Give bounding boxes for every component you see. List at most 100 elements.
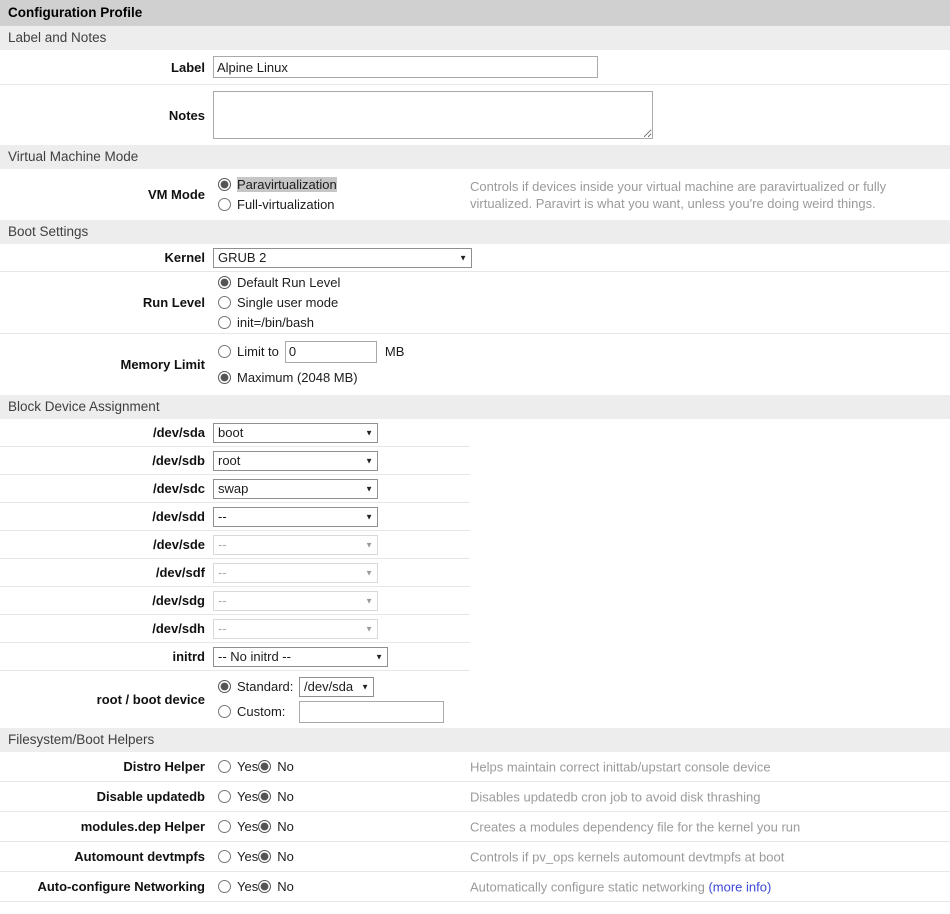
notes-textarea[interactable] [213, 91, 653, 139]
modules-dep-yes-label[interactable]: Yes [237, 819, 258, 834]
auto-networking-help-text: Automatically configure static networkin… [470, 878, 925, 895]
device-sdf-label: /dev/sdf [0, 565, 205, 580]
single-user-mode-radio[interactable] [218, 296, 231, 309]
device-sdd-select[interactable]: -- [213, 507, 378, 527]
run-level-row: Run Level Default Run Level Single user … [0, 272, 950, 334]
notes-row: Notes [0, 85, 950, 145]
memory-limit-label: Memory Limit [0, 357, 205, 372]
disable-updatedb-yes-label[interactable]: Yes [237, 789, 258, 804]
auto-configure-networking-row: Auto-configure Networking Yes No Automat… [0, 872, 950, 902]
device-sdg-select[interactable]: -- [213, 591, 378, 611]
default-run-level-radio-label[interactable]: Default Run Level [237, 275, 340, 290]
device-sde-select[interactable]: -- [213, 535, 378, 555]
kernel-select[interactable]: GRUB 2 [213, 248, 472, 268]
init-bin-bash-radio[interactable] [218, 316, 231, 329]
maximum-memory-radio-label[interactable]: Maximum (2048 MB) [237, 370, 358, 385]
device-sdb-select[interactable]: root [213, 451, 378, 471]
memory-limit-row: Memory Limit Limit to MB Maximum (2048 M… [0, 334, 950, 395]
automount-devtmpfs-no-label[interactable]: No [277, 849, 294, 864]
default-run-level-radio[interactable] [218, 276, 231, 289]
section-header-boot-settings: Boot Settings [0, 220, 950, 244]
device-sdh-select[interactable]: -- [213, 619, 378, 639]
auto-networking-no-radio[interactable] [258, 880, 271, 893]
standard-root-device-radio[interactable] [218, 680, 231, 693]
run-level-label: Run Level [0, 295, 205, 310]
distro-helper-no-radio[interactable] [258, 760, 271, 773]
more-info-link[interactable]: (more info) [708, 879, 771, 894]
vm-mode-row: VM Mode Paravirtualization Full-virtuali… [0, 169, 950, 220]
vm-mode-label: VM Mode [0, 187, 205, 202]
disable-updatedb-row: Disable updatedb Yes No Disables updated… [0, 782, 950, 812]
section-header-helpers: Filesystem/Boot Helpers [0, 728, 950, 752]
device-sda-select[interactable]: boot [213, 423, 378, 443]
modules-dep-helper-row: modules.dep Helper Yes No Creates a modu… [0, 812, 950, 842]
modules-dep-no-radio[interactable] [258, 820, 271, 833]
memory-unit-label: MB [385, 344, 405, 359]
device-row-sda: /dev/sda boot ▼ [0, 419, 470, 447]
init-bin-bash-radio-label[interactable]: init=/bin/bash [237, 315, 314, 330]
kernel-row: Kernel GRUB 2 ▼ [0, 244, 950, 272]
initrd-row: initrd -- No initrd -- ▼ [0, 643, 470, 671]
standard-root-device-select[interactable]: /dev/sda [299, 677, 374, 697]
limit-to-radio-label[interactable]: Limit to [237, 344, 279, 359]
disable-updatedb-label: Disable updatedb [0, 789, 205, 804]
distro-helper-no-label[interactable]: No [277, 759, 294, 774]
initrd-select[interactable]: -- No initrd -- [213, 647, 388, 667]
distro-helper-yes-radio[interactable] [218, 760, 231, 773]
standard-root-device-radio-label[interactable]: Standard: [237, 679, 299, 694]
notes-field-label: Notes [0, 108, 205, 123]
label-row: Label [0, 50, 950, 85]
root-boot-device-label: root / boot device [0, 692, 205, 707]
label-input[interactable] [213, 56, 598, 78]
disable-updatedb-no-radio[interactable] [258, 790, 271, 803]
device-sdc-label: /dev/sdc [0, 481, 205, 496]
vm-mode-help-text: Controls if devices inside your virtual … [470, 178, 925, 212]
disable-updatedb-yes-radio[interactable] [218, 790, 231, 803]
automount-devtmpfs-yes-label[interactable]: Yes [237, 849, 258, 864]
auto-configure-networking-label: Auto-configure Networking [0, 879, 205, 894]
paravirtualization-radio[interactable] [218, 178, 231, 191]
disable-updatedb-no-label[interactable]: No [277, 789, 294, 804]
device-sdd-label: /dev/sdd [0, 509, 205, 524]
device-sdg-label: /dev/sdg [0, 593, 205, 608]
memory-limit-input[interactable] [285, 341, 377, 363]
label-field-label: Label [0, 60, 205, 75]
device-row-sdg: /dev/sdg -- ▼ [0, 587, 470, 615]
device-sdf-select[interactable]: -- [213, 563, 378, 583]
auto-networking-help-body: Automatically configure static networkin… [470, 879, 705, 894]
distro-helper-help-text: Helps maintain correct inittab/upstart c… [470, 758, 925, 775]
custom-root-device-radio-label[interactable]: Custom: [237, 704, 299, 719]
maximum-memory-radio[interactable] [218, 371, 231, 384]
device-row-sdd: /dev/sdd -- ▼ [0, 503, 470, 531]
modules-dep-helper-label: modules.dep Helper [0, 819, 205, 834]
auto-networking-yes-label[interactable]: Yes [237, 879, 258, 894]
auto-networking-yes-radio[interactable] [218, 880, 231, 893]
full-virtualization-radio-label[interactable]: Full-virtualization [237, 197, 335, 212]
limit-to-radio[interactable] [218, 345, 231, 358]
device-sda-label: /dev/sda [0, 425, 205, 440]
distro-helper-label: Distro Helper [0, 759, 205, 774]
section-header-label-notes: Label and Notes [0, 26, 950, 50]
full-virtualization-radio[interactable] [218, 198, 231, 211]
automount-devtmpfs-help-text: Controls if pv_ops kernels automount dev… [470, 848, 925, 865]
root-boot-device-row: root / boot device Standard: /dev/sda ▼ … [0, 671, 950, 728]
device-row-sde: /dev/sde -- ▼ [0, 531, 470, 559]
device-sdh-label: /dev/sdh [0, 621, 205, 636]
distro-helper-yes-label[interactable]: Yes [237, 759, 258, 774]
device-sdc-select[interactable]: swap [213, 479, 378, 499]
device-row-sdf: /dev/sdf -- ▼ [0, 559, 470, 587]
custom-root-device-input[interactable] [299, 701, 444, 723]
paravirtualization-radio-label[interactable]: Paravirtualization [237, 177, 337, 192]
section-header-vm-mode: Virtual Machine Mode [0, 145, 950, 169]
automount-devtmpfs-no-radio[interactable] [258, 850, 271, 863]
modules-dep-yes-radio[interactable] [218, 820, 231, 833]
kernel-label: Kernel [0, 250, 205, 265]
custom-root-device-radio[interactable] [218, 705, 231, 718]
modules-dep-no-label[interactable]: No [277, 819, 294, 834]
distro-helper-row: Distro Helper Yes No Helps maintain corr… [0, 752, 950, 782]
automount-devtmpfs-yes-radio[interactable] [218, 850, 231, 863]
disable-updatedb-help-text: Disables updatedb cron job to avoid disk… [470, 788, 925, 805]
single-user-mode-radio-label[interactable]: Single user mode [237, 295, 338, 310]
auto-networking-no-label[interactable]: No [277, 879, 294, 894]
modules-dep-help-text: Creates a modules dependency file for th… [470, 818, 925, 835]
